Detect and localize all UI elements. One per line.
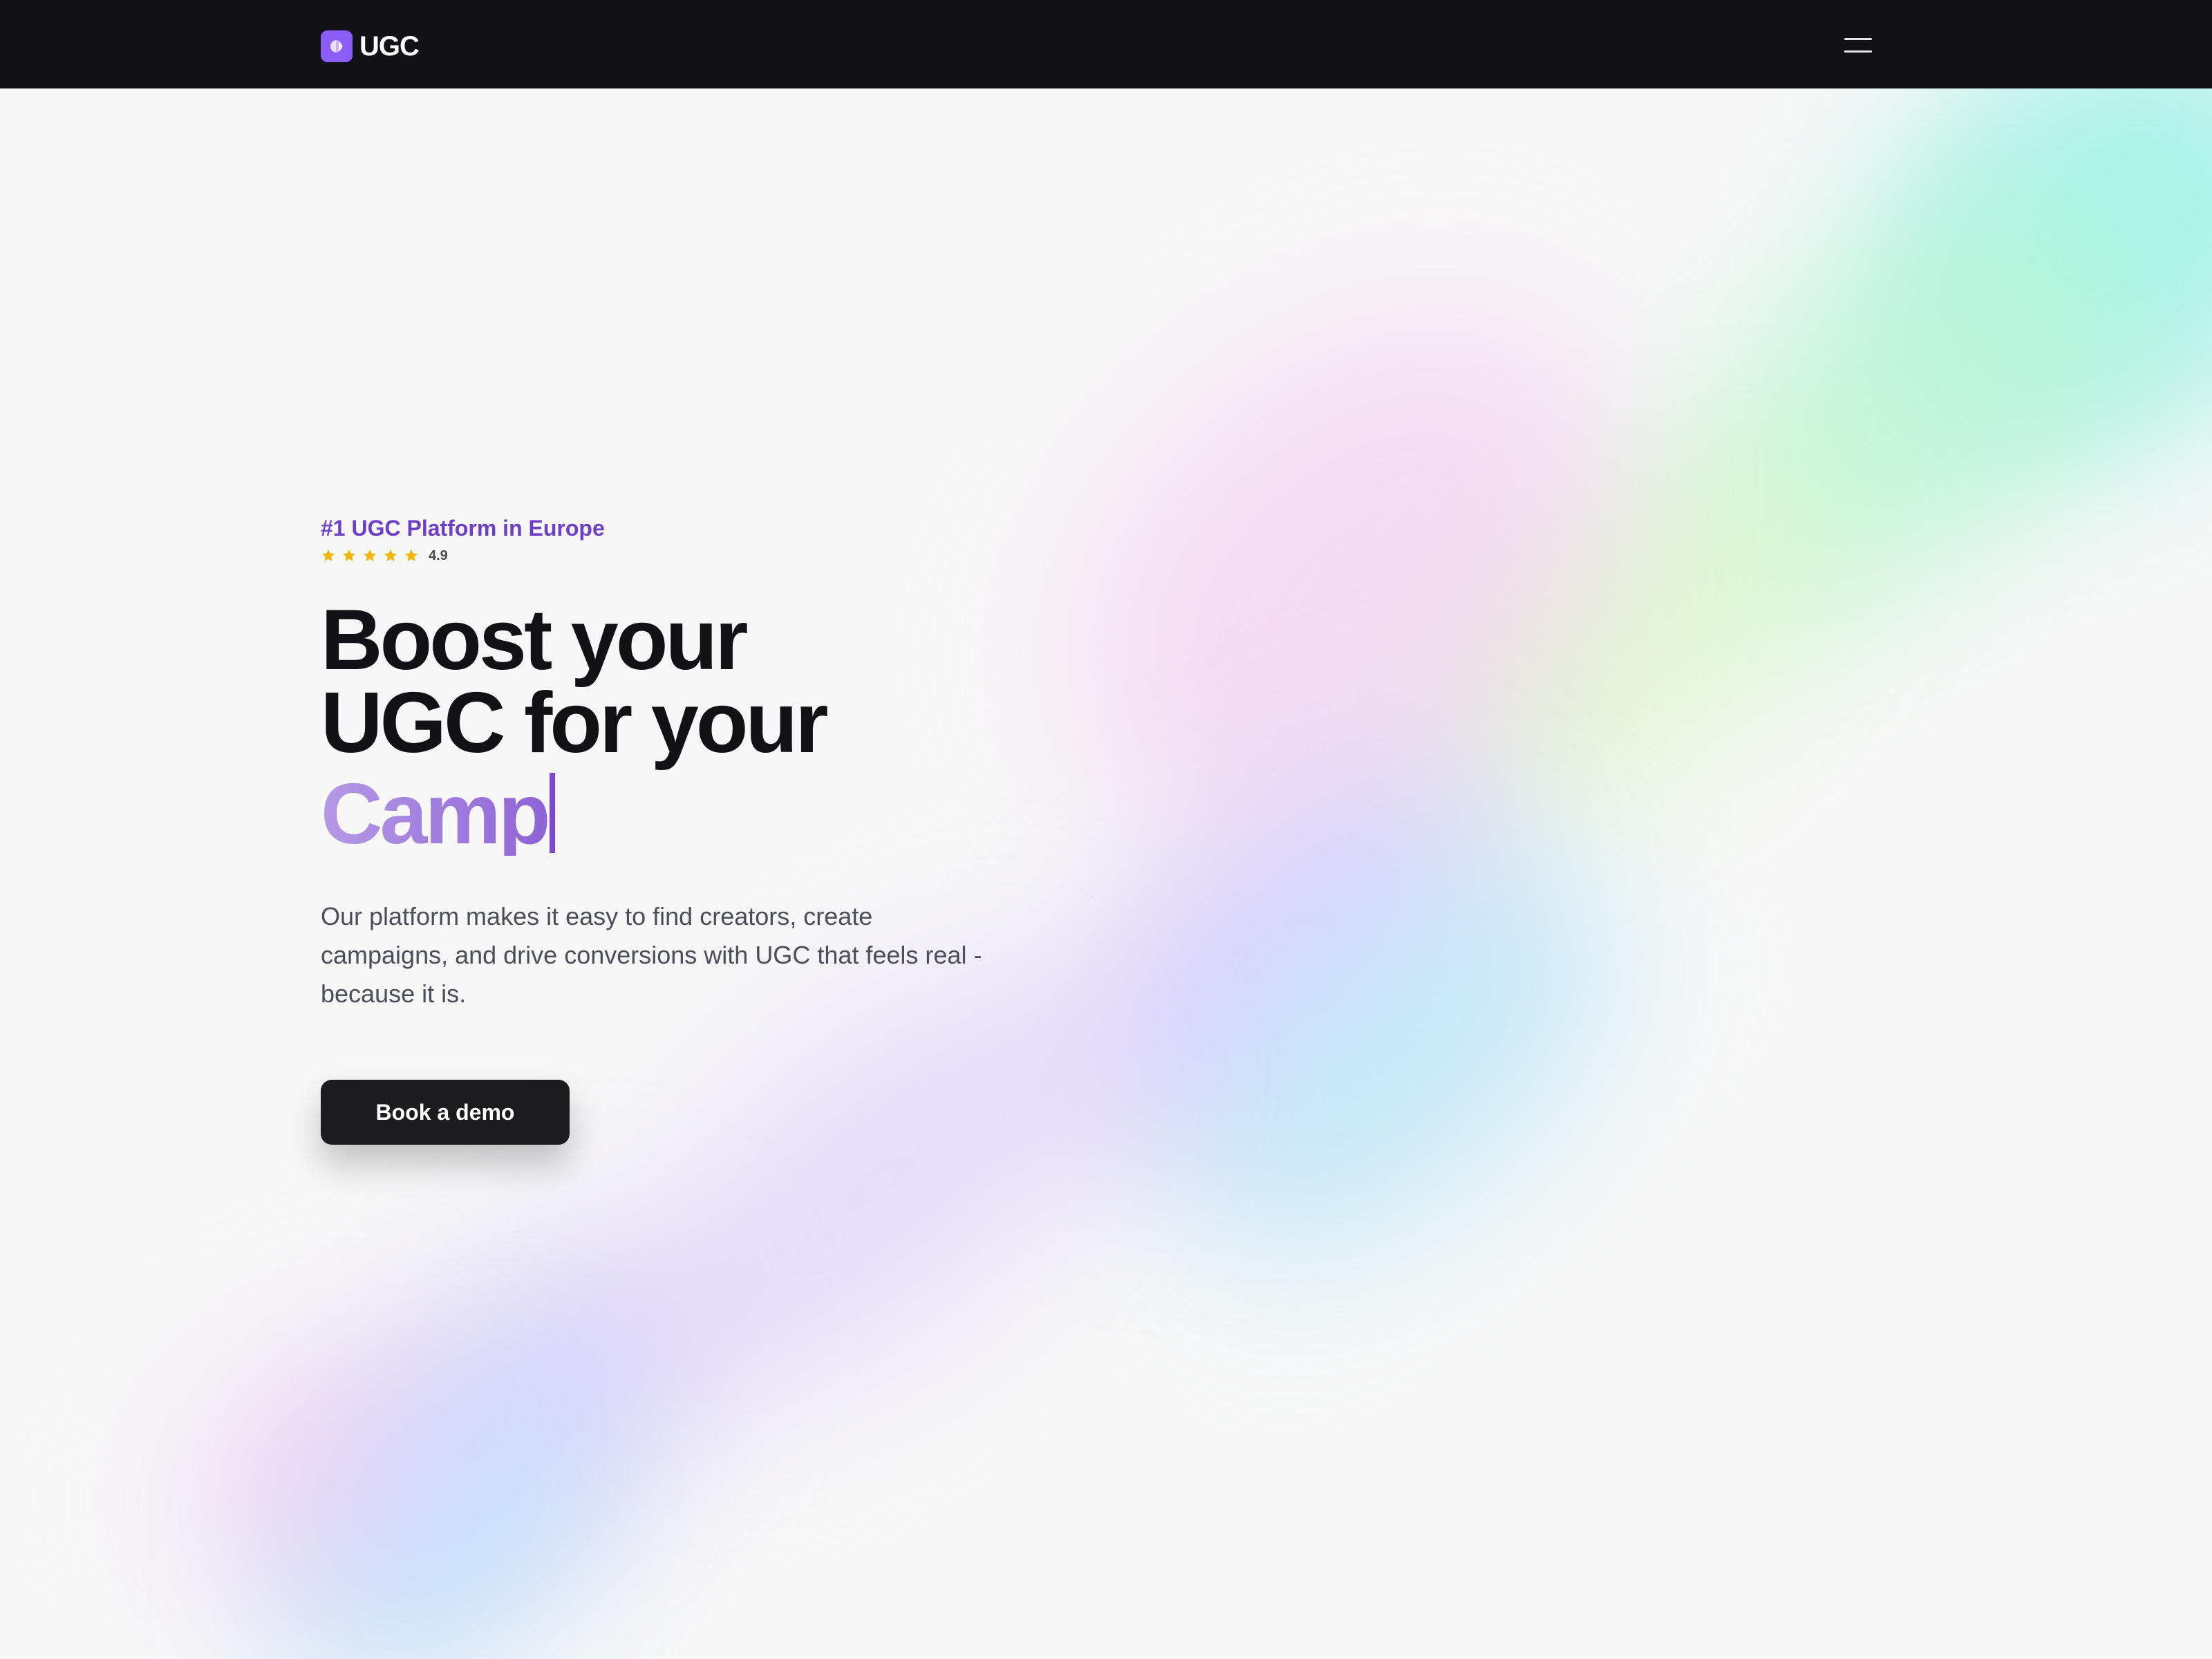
- text-cursor: [549, 773, 555, 853]
- menu-button[interactable]: [1839, 30, 1877, 61]
- headline-line-2: UGC for your: [321, 675, 828, 771]
- gradient-blob-sky: [1101, 777, 1691, 1338]
- hero-section: #1 UGC Platform in Europe 4.9 Boost your…: [321, 512, 1081, 1145]
- gradient-blob-blue: [225, 1342, 646, 1659]
- headline-line-3: Camp: [321, 765, 1081, 862]
- star-icon: [384, 549, 397, 561]
- rating: 4.9: [321, 546, 1081, 565]
- hero-eyebrow: #1 UGC Platform in Europe: [321, 516, 605, 541]
- gradient-blob-rose: [133, 1300, 489, 1645]
- star-icon: [364, 549, 376, 561]
- logo-text: UGC: [359, 30, 420, 62]
- rating-value: 4.9: [429, 547, 448, 563]
- star-icon: [322, 549, 335, 561]
- gradient-blob-mint: [1597, 114, 2212, 702]
- book-demo-button[interactable]: Book a demo: [321, 1080, 570, 1145]
- star-icon: [405, 549, 418, 561]
- gradient-blob-pink: [972, 209, 1724, 938]
- hero-headline: Boost your UGC for your Camp: [321, 592, 1081, 862]
- headline-line-1: Boost your: [321, 592, 748, 688]
- ugc-logo-icon: [321, 30, 353, 62]
- landing-page: UGC #1 UGC Platform in Europe 4.9 Boost …: [0, 0, 2212, 1659]
- headline-typed-word: Camp: [321, 767, 551, 862]
- hero-subtitle: Our platform makes it easy to find creat…: [321, 902, 982, 1008]
- star-icon: [343, 549, 355, 561]
- logo-link[interactable]: UGC: [321, 30, 420, 62]
- gradient-blob-violet: [234, 1174, 775, 1659]
- gradient-blob-lime: [1350, 371, 1913, 901]
- top-navbar: UGC: [0, 0, 2212, 88]
